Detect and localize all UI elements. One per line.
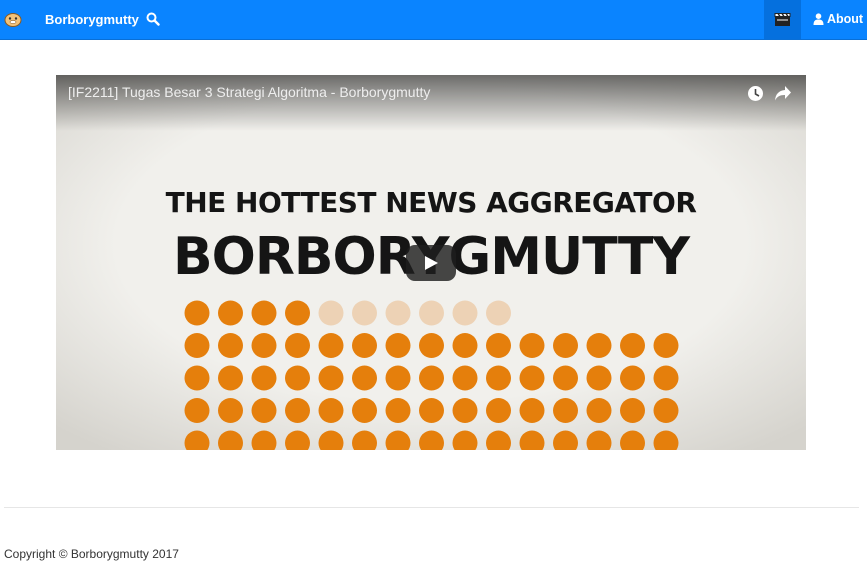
search-icon[interactable] — [146, 12, 160, 26]
thumbnail-dot — [251, 365, 277, 391]
thumbnail-dot — [486, 333, 511, 358]
logo-icon[interactable] — [4, 11, 22, 27]
thumbnail-dot — [385, 300, 411, 326]
thumbnail-dot — [452, 300, 478, 326]
thumbnail-dot — [218, 333, 243, 358]
thumbnail-dot — [419, 300, 444, 326]
thumbnail-dot — [385, 398, 411, 423]
share-icon[interactable] — [774, 85, 792, 102]
thumbnail-dot — [553, 333, 578, 358]
thumbnail-dot — [385, 365, 411, 391]
brand-link[interactable]: Borborygmutty — [45, 0, 139, 39]
thumbnail-dot — [653, 333, 679, 358]
thumbnail-dot — [285, 300, 310, 326]
clapperboard-icon — [774, 13, 791, 26]
play-icon — [425, 256, 438, 270]
thumbnail-dot — [318, 365, 344, 391]
thumbnail-dot — [452, 398, 478, 423]
watch-later-icon[interactable] — [747, 85, 764, 102]
thumbnail-dot — [318, 300, 344, 326]
thumbnail-dot — [184, 365, 210, 391]
thumbnail-headline: THE HOTTEST NEWS AGGREGATOR — [165, 186, 697, 219]
thumbnail-dot — [519, 333, 545, 358]
thumbnail-dot — [251, 398, 277, 423]
user-icon — [813, 13, 824, 25]
thumbnail-dot — [519, 365, 545, 391]
thumbnail-dot — [486, 300, 511, 326]
thumbnail-dot — [419, 398, 444, 423]
footer-divider — [4, 507, 859, 508]
thumbnail-dot — [285, 365, 310, 391]
nav-about-link[interactable]: About — [813, 0, 863, 39]
thumbnail-dot — [653, 398, 679, 423]
thumbnail-dot — [553, 398, 578, 423]
thumbnail-dot — [486, 365, 511, 391]
video-player[interactable]: [IF2211] Tugas Besar 3 Strategi Algoritm… — [56, 75, 806, 450]
thumbnail-dot — [251, 333, 277, 358]
thumbnail-dot — [251, 300, 277, 326]
thumbnail-dot — [620, 365, 645, 391]
video-title[interactable]: [IF2211] Tugas Besar 3 Strategi Algoritm… — [68, 84, 430, 100]
thumbnail-dot — [586, 365, 612, 391]
thumbnail-dot — [318, 333, 344, 358]
thumbnail-dot — [620, 398, 645, 423]
thumbnail-dot — [218, 300, 243, 326]
thumbnail-dot — [352, 333, 377, 358]
thumbnail-dot — [184, 333, 210, 358]
thumbnail-dot — [184, 300, 210, 326]
thumbnail-dot — [285, 333, 310, 358]
thumbnail-dot — [285, 398, 310, 423]
navbar: Borborygmutty About — [0, 0, 867, 40]
about-label: About — [827, 12, 864, 26]
thumbnail-dot — [419, 333, 444, 358]
thumbnail-dot — [419, 365, 444, 391]
copyright-text: Copyright © Borborygmutty 2017 — [4, 547, 179, 561]
thumbnail-dot — [586, 333, 612, 358]
thumbnail-dot — [586, 398, 612, 423]
thumbnail-dot — [385, 333, 411, 358]
thumbnail-dot — [218, 365, 243, 391]
thumbnail-dot — [519, 398, 545, 423]
thumbnail-dot — [486, 398, 511, 423]
thumbnail-dot — [553, 365, 578, 391]
nav-videos-item[interactable] — [764, 0, 801, 39]
thumbnail-dot — [318, 398, 344, 423]
thumbnail-dot — [352, 300, 377, 326]
thumbnail-dot — [184, 398, 210, 423]
play-button[interactable] — [406, 245, 456, 281]
thumbnail-dot — [352, 398, 377, 423]
thumbnail-dot — [218, 398, 243, 423]
thumbnail-dot — [620, 333, 645, 358]
thumbnail-dot — [653, 365, 679, 391]
thumbnail-dot — [452, 333, 478, 358]
thumbnail-dot — [352, 365, 377, 391]
thumbnail-dot — [452, 365, 478, 391]
